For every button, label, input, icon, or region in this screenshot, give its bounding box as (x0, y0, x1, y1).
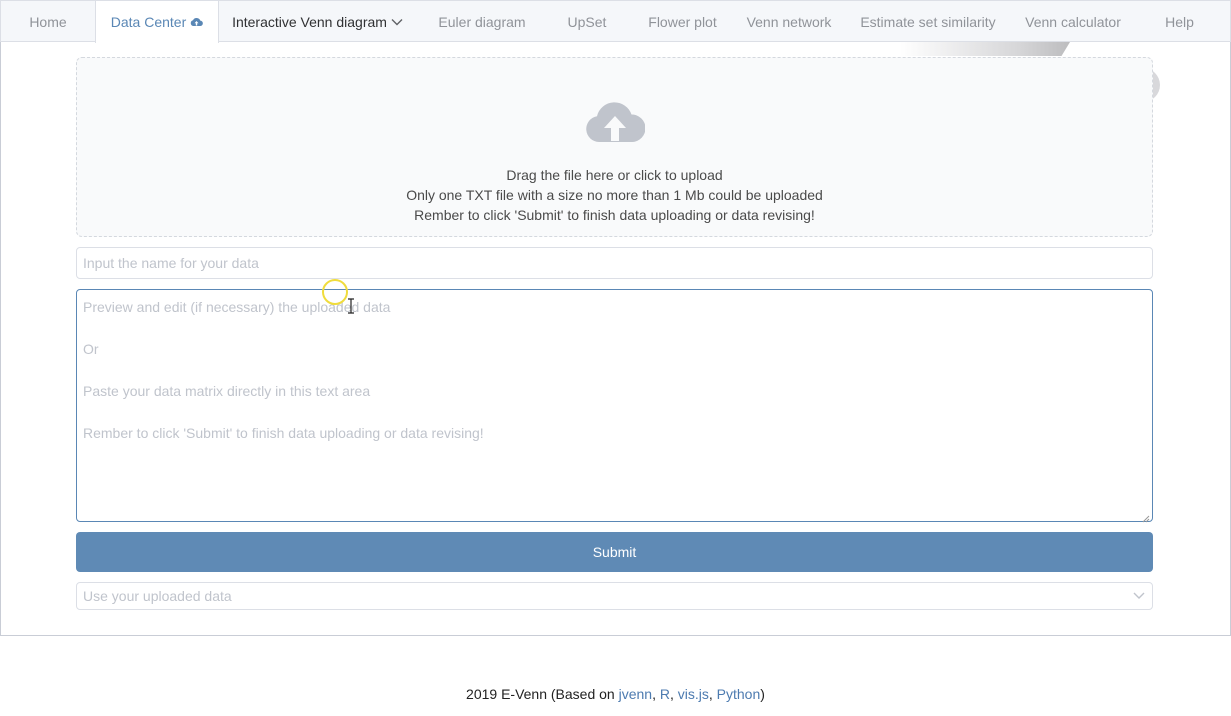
uploaded-data-select[interactable]: Use your uploaded data (76, 582, 1153, 610)
cloud-upload-icon (585, 98, 646, 149)
upload-hint-drag: Drag the file here or click to upload (506, 167, 723, 183)
upload-hint-submit: Rember to click 'Submit' to finish data … (414, 207, 815, 223)
tab-home[interactable]: Home (1, 1, 95, 42)
tab-estimate-set-similarity[interactable]: Estimate set similarity (839, 1, 1017, 42)
tab-home-label: Home (29, 13, 67, 30)
tab-data-center[interactable]: Data Center (95, 1, 219, 43)
resize-grip-icon[interactable] (1141, 510, 1150, 528)
tab-upset[interactable]: UpSet (548, 1, 626, 42)
tab-interactive-venn[interactable]: Interactive Venn diagram (219, 1, 416, 42)
tab-help-label: Help (1165, 13, 1194, 30)
footer-link-visjs[interactable]: vis.js (678, 686, 709, 702)
footer-separator: , (708, 686, 717, 702)
footer-separator: , (652, 686, 660, 702)
tab-venn-network[interactable]: Venn network (739, 1, 839, 42)
tab-venn-network-label: Venn network (746, 13, 832, 30)
upload-hint-size: Only one TXT file with a size no more th… (406, 187, 823, 203)
tab-flower-plot[interactable]: Flower plot (626, 1, 739, 42)
decorative-banner-fragment (900, 42, 1070, 56)
submit-button[interactable]: Submit (76, 532, 1153, 572)
tab-interactive-venn-label: Interactive Venn diagram (232, 13, 387, 30)
tab-euler-diagram[interactable]: Euler diagram (416, 1, 548, 42)
chevron-down-icon (391, 18, 403, 26)
tab-venn-calculator-label: Venn calculator (1025, 13, 1121, 30)
upload-dropzone[interactable]: Drag the file here or click to upload On… (76, 57, 1153, 237)
data-name-input[interactable] (76, 247, 1153, 279)
tab-upset-label: UpSet (567, 13, 607, 30)
top-nav-tabs: Home Data Center Interactive Venn diagra… (0, 0, 1231, 43)
uploaded-data-select-placeholder: Use your uploaded data (83, 588, 232, 604)
footer-link-python[interactable]: Python (717, 686, 761, 702)
tab-help[interactable]: Help (1129, 1, 1230, 42)
footer-separator: , (669, 686, 678, 702)
footer-link-r[interactable]: R (660, 686, 670, 702)
data-matrix-textarea[interactable] (76, 289, 1153, 522)
tab-flower-plot-label: Flower plot (648, 13, 717, 30)
footer-suffix: ) (760, 686, 765, 702)
page-footer: 2019 E-Venn (Based on jvenn, R, vis.js, … (0, 686, 1231, 702)
footer-prefix: 2019 E-Venn (Based on (466, 686, 619, 702)
tab-data-center-label: Data Center (110, 14, 187, 30)
chevron-down-icon (1132, 587, 1146, 605)
tab-euler-diagram-label: Euler diagram (438, 13, 526, 30)
footer-link-jvenn[interactable]: jvenn (619, 686, 652, 702)
tab-estimate-set-similarity-label: Estimate set similarity (860, 13, 996, 30)
tab-venn-calculator[interactable]: Venn calculator (1017, 1, 1129, 42)
cloud-upload-icon (190, 17, 204, 27)
